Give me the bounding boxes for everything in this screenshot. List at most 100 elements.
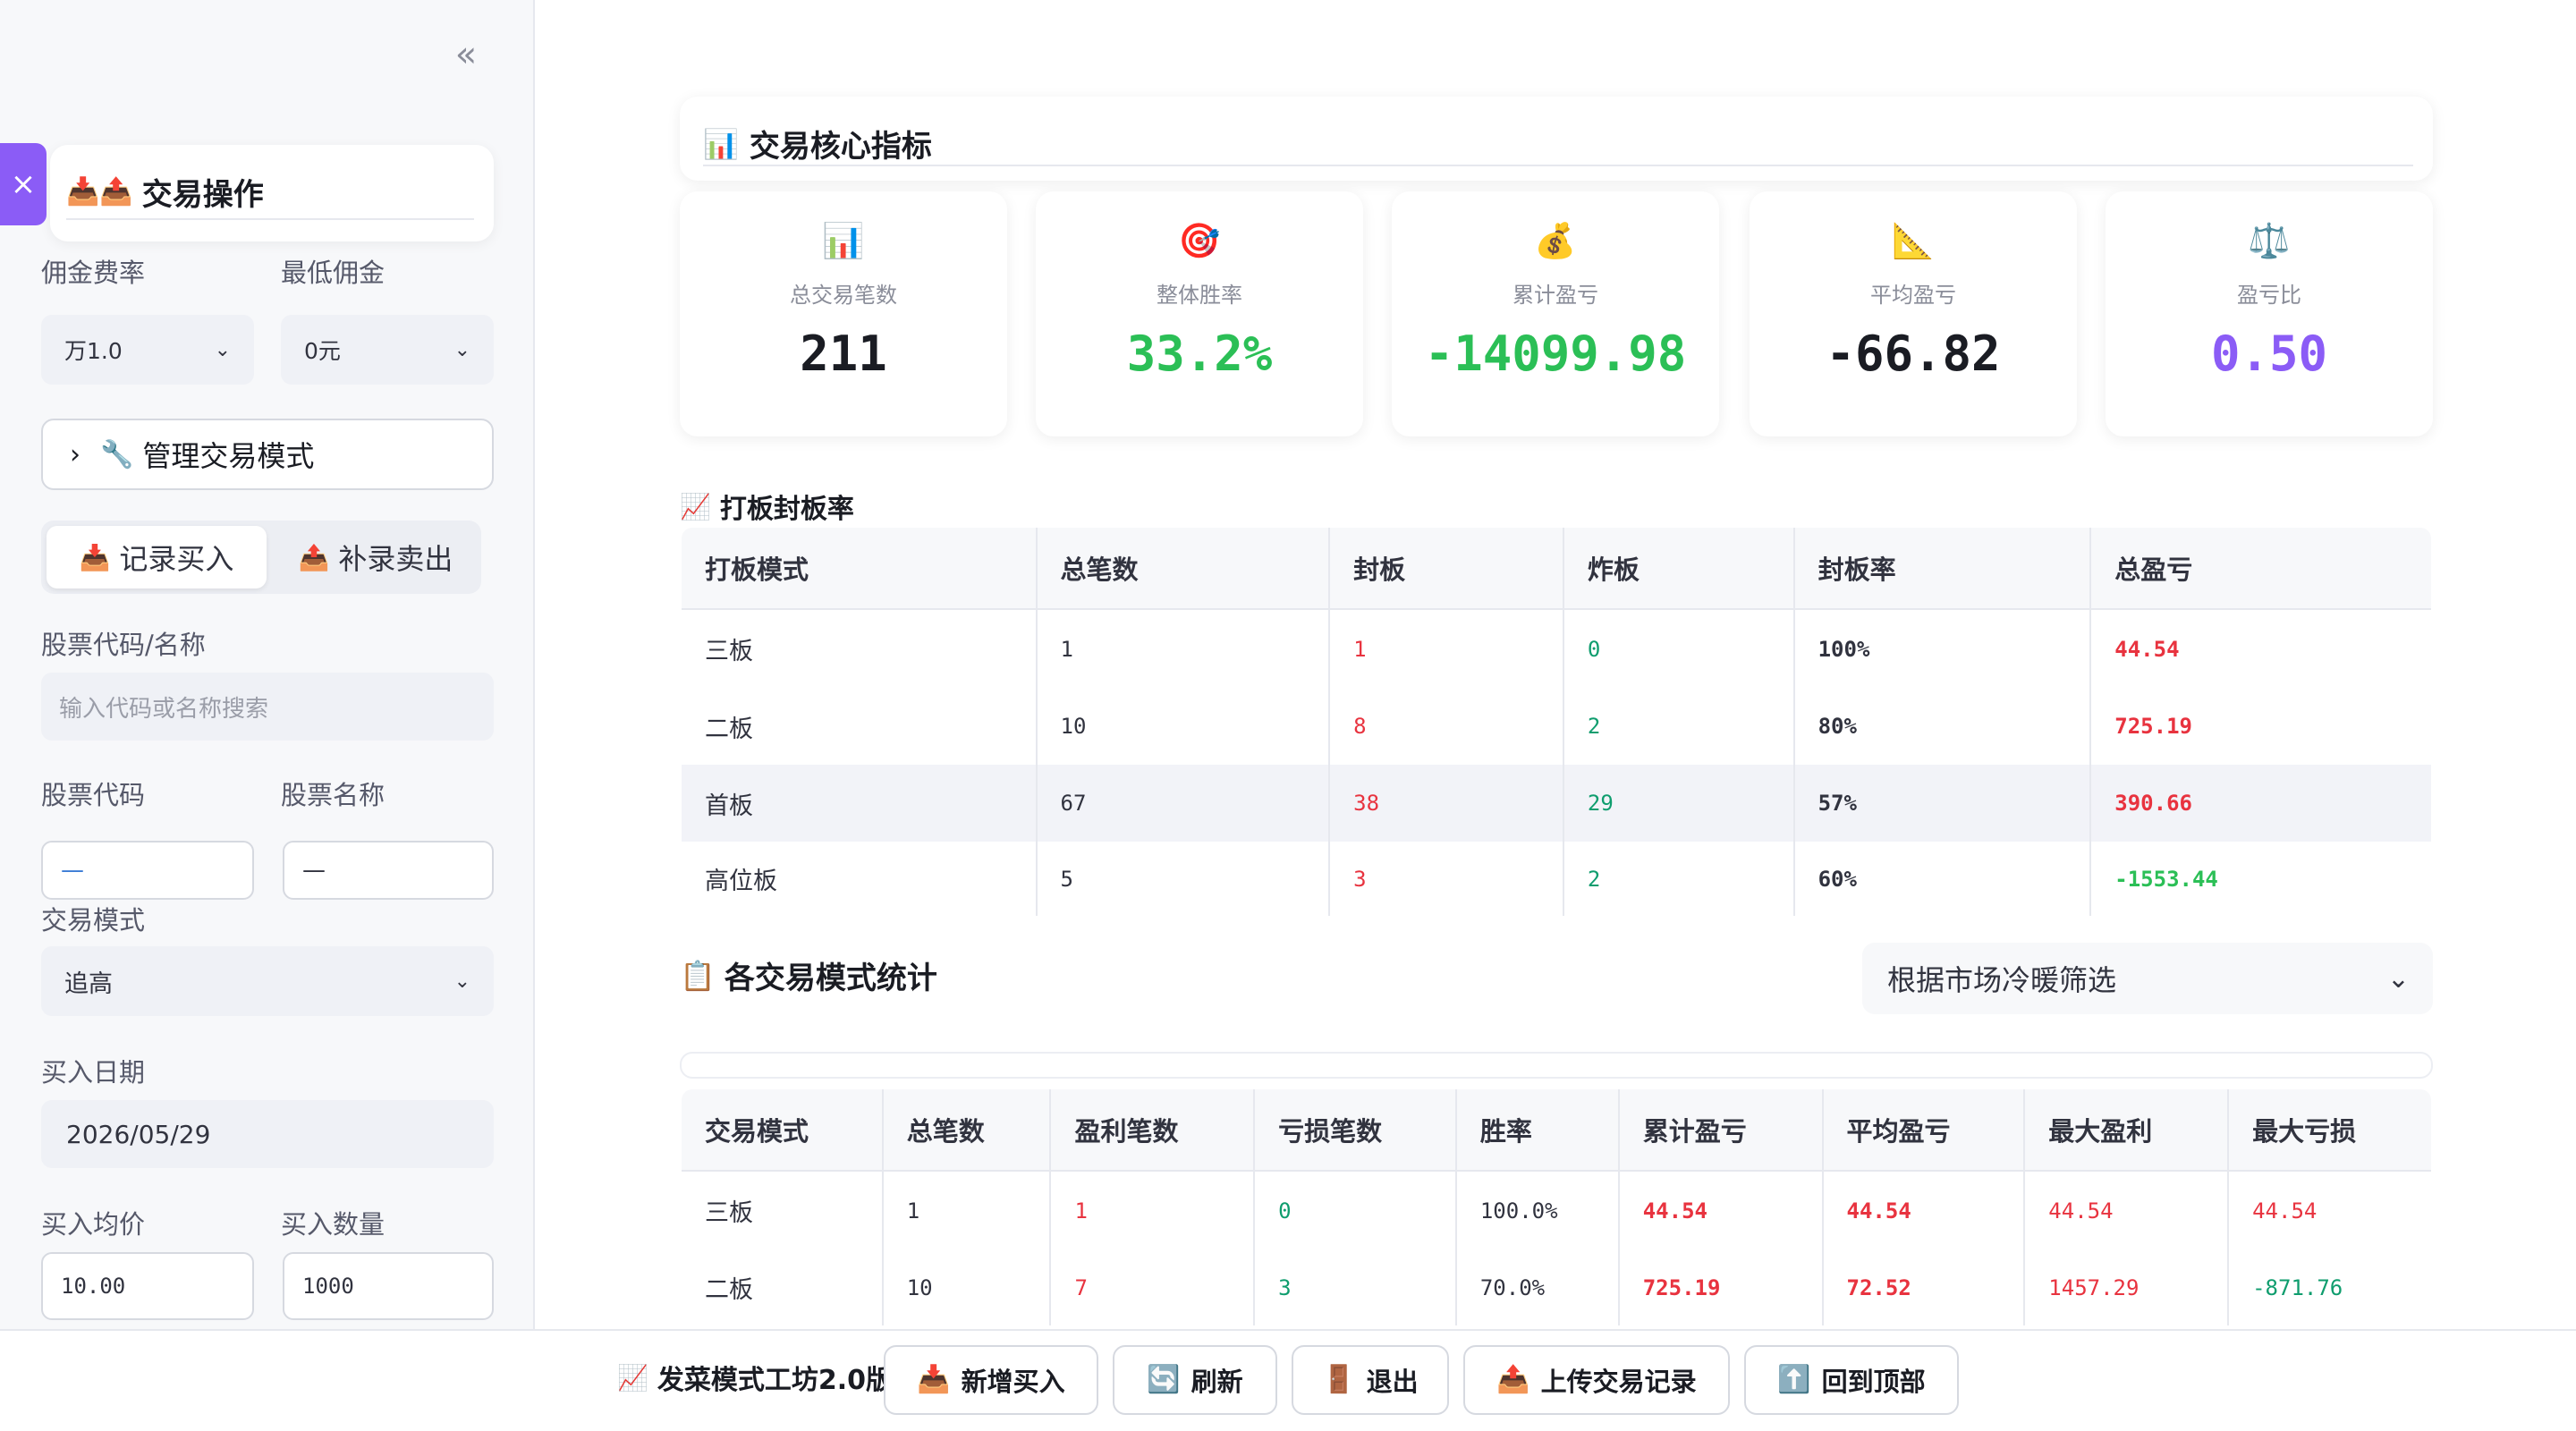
buy-qty-input[interactable]: 1000 <box>283 1252 494 1320</box>
stock-name-field[interactable]: — <box>283 841 494 900</box>
metric-icon: 🎯 <box>1178 221 1221 260</box>
download-icon: 📥 <box>79 542 111 572</box>
upload-records-button[interactable]: 📤 上传交易记录 <box>1463 1345 1730 1415</box>
tab-record-sell[interactable]: 📤 补录卖出 <box>275 526 476 588</box>
table-cell: 三板 <box>682 609 1038 688</box>
table-row: 三板 1 1 0 100.0% 44.54 44.54 44.54 44.54 <box>682 1171 2431 1249</box>
chevron-right-icon: › <box>70 438 80 470</box>
upload-icon: 📤 <box>1496 1364 1530 1395</box>
table-cell: 2 <box>1563 842 1795 916</box>
stock-search-label: 股票代码/名称 <box>41 630 206 660</box>
divider <box>66 218 474 220</box>
buy-price-input[interactable]: 10.00 <box>41 1252 254 1320</box>
table-cell: 80% <box>1793 688 2092 765</box>
table-cell: 三板 <box>682 1171 884 1249</box>
metric-label: 盈亏比 <box>2237 283 2301 308</box>
table-cell: -871.76 <box>2228 1249 2431 1325</box>
table-cell: 5 <box>1036 842 1331 916</box>
mode-stats-table: 交易模式 总笔数 盈利笔数 亏损笔数 胜率 累计盈亏 平均盈亏 最大盈利 最大亏损 三板 1 1 0 10… <box>680 1088 2433 1327</box>
table-header-row: 交易模式 总笔数 盈利笔数 亏损笔数 胜率 累计盈亏 平均盈亏 最大盈利 最大亏损 <box>682 1089 2431 1172</box>
refresh-button[interactable]: 🔄 刷新 <box>1113 1345 1277 1415</box>
metric-value: -66.82 <box>1826 326 2001 382</box>
min-commission-label: 最低佣金 <box>281 258 386 288</box>
table-cell: 高位板 <box>682 842 1038 916</box>
table-row: 三板 1 1 0 100% 44.54 <box>682 609 2431 688</box>
table-cell: 二板 <box>682 688 1038 765</box>
table-cell: 29 <box>1563 765 1795 842</box>
column-header: 盈利笔数 <box>1050 1089 1256 1172</box>
table-cell: 1 <box>882 1171 1052 1249</box>
table-cell: -1553.44 <box>2090 842 2431 916</box>
table-row: 高位板 5 3 2 60% -1553.44 <box>682 842 2431 916</box>
table-cell: 1457.29 <box>2024 1249 2230 1325</box>
board-seal-rate-table: 打板模式 总笔数 封板 炸板 封板率 总盈亏 三板 1 1 0 100% 44.54 二板 10 8 2 80%… <box>680 526 2433 918</box>
chevron-down-icon: ⌄ <box>2386 962 2410 995</box>
chart-icon: 📈 <box>617 1362 648 1393</box>
chevron-down-icon: ⌄ <box>453 338 470 361</box>
column-header: 打板模式 <box>682 528 1038 610</box>
metric-label: 累计盈亏 <box>1513 283 1598 308</box>
column-header: 炸板 <box>1563 528 1795 610</box>
stock-search-input[interactable]: 输入代码或名称搜索 <box>41 673 494 741</box>
mode-stats-title: 📋 各交易模式统计 <box>680 958 937 997</box>
back-to-top-button[interactable]: ⬆️ 回到顶部 <box>1744 1345 1959 1415</box>
column-header: 交易模式 <box>682 1089 884 1172</box>
commission-select[interactable]: 万1.0 ⌄ <box>41 315 254 385</box>
column-header: 封板率 <box>1793 528 2092 610</box>
filter-chip-bar <box>680 1052 2433 1079</box>
buy-date-label: 买入日期 <box>41 1057 146 1088</box>
metric-icon: ⚖️ <box>2248 221 2291 260</box>
table-row: 首板 67 38 29 57% 390.66 <box>682 765 2431 842</box>
market-filter-select[interactable]: 根据市场冷暖筛选 ⌄ <box>1862 943 2433 1014</box>
table-cell: 1 <box>1050 1171 1256 1249</box>
table-cell: 0 <box>1563 609 1795 688</box>
board-section-title: 📈 打板封板率 <box>680 491 854 526</box>
manage-modes-label: 管理交易模式 <box>142 439 315 473</box>
tab-record-buy[interactable]: 📥 记录买入 <box>47 526 267 588</box>
entry-type-tabs: 📥 记录买入 📤 补录卖出 <box>41 521 481 594</box>
table-cell: 100% <box>1793 609 2092 688</box>
table-cell: 725.19 <box>2090 688 2431 765</box>
add-buy-button[interactable]: 📥 新增买入 <box>884 1345 1098 1415</box>
table-cell: 38 <box>1329 765 1564 842</box>
download-upload-icon: 📥📤 <box>66 176 133 207</box>
table-header-row: 打板模式 总笔数 封板 炸板 封板率 总盈亏 <box>682 528 2431 610</box>
table-cell: 67 <box>1036 765 1331 842</box>
upload-icon: 📤 <box>298 542 330 572</box>
stock-code-field[interactable]: — <box>41 841 254 900</box>
metric-card: 💰 累计盈亏 -14099.98 <box>1392 191 1719 436</box>
collapse-sidebar-icon[interactable]: « <box>445 34 487 75</box>
buy-date-input[interactable]: 2026/05/29 <box>41 1100 494 1168</box>
download-icon: 📥 <box>917 1364 951 1395</box>
trade-mode-select[interactable]: 追高 ⌄ <box>41 946 494 1016</box>
min-commission-select[interactable]: 0元 ⌄ <box>281 315 494 385</box>
column-header: 累计盈亏 <box>1618 1089 1824 1172</box>
column-header: 总笔数 <box>1036 528 1331 610</box>
core-metrics-title: 交易核心指标 <box>749 129 932 165</box>
table-cell: 0 <box>1254 1171 1457 1249</box>
metric-icon: 💰 <box>1534 221 1577 260</box>
table-cell: 44.54 <box>1618 1171 1824 1249</box>
column-header: 亏损笔数 <box>1254 1089 1457 1172</box>
table-cell: 57% <box>1793 765 2092 842</box>
wrench-icon: 🔧 <box>100 438 134 470</box>
refresh-icon: 🔄 <box>1147 1364 1181 1395</box>
divider <box>703 165 2413 166</box>
close-sidebar-icon[interactable]: × <box>0 143 47 225</box>
table-cell: 2 <box>1563 688 1795 765</box>
trend-chart-icon: 📈 <box>680 491 711 521</box>
table-cell: 44.54 <box>1822 1171 2026 1249</box>
manage-modes-expander[interactable]: › 🔧 管理交易模式 <box>41 419 494 490</box>
door-icon: 🚪 <box>1322 1364 1356 1395</box>
column-header: 总盈亏 <box>2090 528 2431 610</box>
column-header: 最大亏损 <box>2228 1089 2431 1172</box>
table-cell: 8 <box>1329 688 1564 765</box>
commission-label: 佣金费率 <box>41 258 146 288</box>
app-brand: 📈 发菜模式工坊2.0版 <box>617 1362 894 1397</box>
clipboard-icon: 📋 <box>680 958 716 993</box>
table-cell: 44.54 <box>2228 1171 2431 1249</box>
table-cell: 1 <box>1036 609 1331 688</box>
table-cell: 10 <box>1036 688 1331 765</box>
metric-card: 🎯 整体胜率 33.2% <box>1036 191 1363 436</box>
logout-button[interactable]: 🚪 退出 <box>1292 1345 1449 1415</box>
